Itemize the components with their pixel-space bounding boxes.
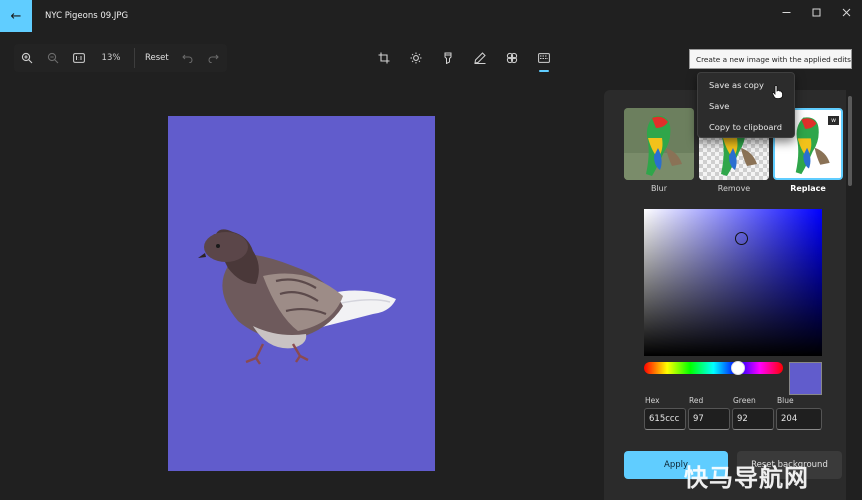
zoom-level-readout: 13% [101,53,121,63]
minimize-button[interactable] [776,5,796,19]
redo-button[interactable] [201,44,227,72]
reset-button[interactable]: Reset [139,44,175,72]
undo-icon [182,54,193,63]
blur-option-label: Blur [650,184,668,193]
actual-size-icon [73,53,85,63]
title-bar: ← NYC Pigeons 09.JPG [0,0,862,32]
edit-tools [368,46,560,72]
back-button[interactable]: ← [0,0,32,32]
pen-icon [474,52,486,64]
toolbar-divider [134,48,135,68]
zoom-in-button[interactable] [14,44,40,72]
replace-option-label: Replace [790,184,826,193]
menu-item-save-as-copy[interactable]: Save as copy [709,80,764,90]
crop-tool-button[interactable] [368,46,400,70]
pigeon-photo [198,229,396,365]
blur-option-thumbnail[interactable] [624,108,694,180]
blue-input[interactable]: 204 [776,408,822,430]
filters-icon [506,52,518,64]
save-options-menu: Save as copy Save Copy to clipboard [697,72,795,138]
maximize-icon [812,8,820,16]
zoom-out-icon [47,52,59,64]
retouch-tool-button[interactable] [432,46,464,70]
brightness-icon [410,52,422,64]
actual-size-button[interactable] [66,44,92,72]
crop-icon [378,52,390,64]
maximize-button[interactable] [806,5,826,19]
hue-slider[interactable] [644,362,783,374]
hex-input[interactable]: 615ccc [644,408,686,430]
menu-item-save[interactable]: Save [709,101,729,111]
markup-tool-button[interactable] [464,46,496,70]
saturation-value-picker[interactable] [644,209,822,356]
marker-icon [444,52,452,64]
thumbnail-badge: w [828,116,839,125]
hex-label: Hex [645,396,660,405]
window-title: NYC Pigeons 09.JPG [45,11,129,21]
background-icon [538,53,550,63]
green-input[interactable]: 92 [732,408,774,430]
watermark-text: 快马导航网 [684,464,809,492]
redo-icon [208,54,219,63]
filters-tool-button[interactable] [496,46,528,70]
red-label: Red [689,396,704,405]
zoom-toolbar: 13% Reset [14,44,227,72]
minimize-icon [782,11,790,13]
hand-cursor-icon [772,85,783,102]
parrot-image [624,108,694,180]
hue-slider-thumb[interactable] [731,361,745,375]
menu-item-copy-to-clipboard[interactable]: Copy to clipboard [709,122,782,132]
image-canvas[interactable] [168,116,435,471]
selected-color-swatch [789,362,822,395]
save-as-copy-tooltip: Create a new image with the applied edit… [689,49,852,69]
zoom-in-icon [21,52,33,64]
adjust-tool-button[interactable] [400,46,432,70]
back-arrow-icon: ← [10,8,22,24]
close-button[interactable] [836,5,856,19]
red-input[interactable]: 97 [688,408,730,430]
undo-button[interactable] [175,44,201,72]
close-icon [842,8,850,16]
green-label: Green [733,396,756,405]
blue-label: Blue [777,396,794,405]
saturation-value-handle[interactable] [735,232,748,245]
zoom-out-button[interactable] [40,44,66,72]
remove-option-label: Remove [717,184,751,193]
panel-scrollbar[interactable] [848,96,852,186]
background-tool-button[interactable] [528,46,560,72]
